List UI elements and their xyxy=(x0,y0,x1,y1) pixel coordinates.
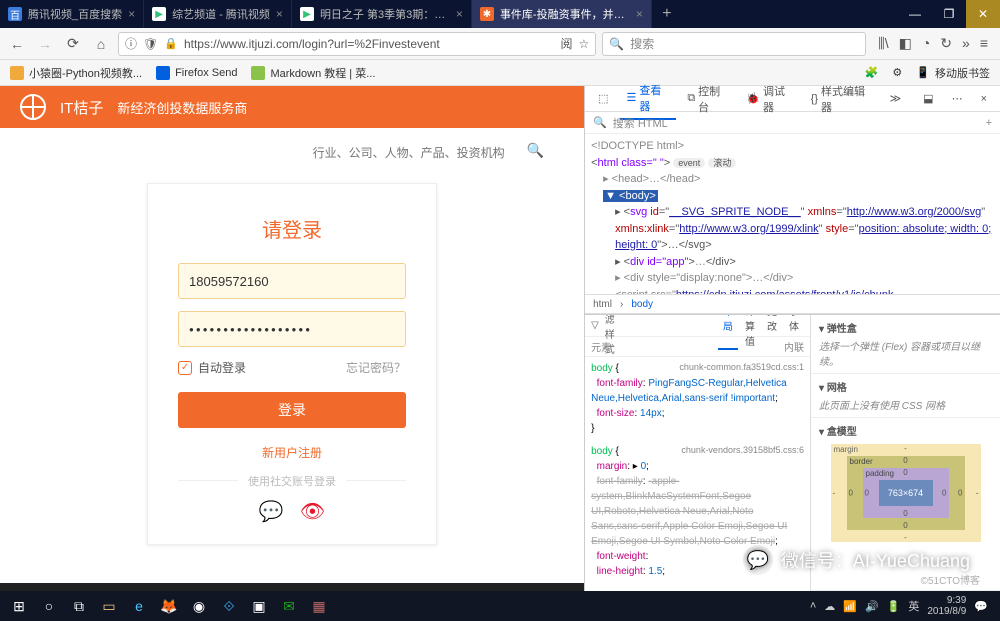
bookmark-2[interactable]: Firefox Send xyxy=(156,66,237,80)
site-search-input[interactable] xyxy=(309,142,519,165)
system-tray[interactable]: ˄ ☁ 📶 🔊 🔋 英 9:392019/8/9 💬 xyxy=(802,595,996,617)
inspector-pick-icon[interactable]: ⬚ xyxy=(591,88,615,109)
brand-name[interactable]: IT桔子 xyxy=(60,97,103,118)
inline-label: 内联 xyxy=(784,339,804,354)
cloud-icon[interactable]: ☁ xyxy=(824,600,835,613)
register-link[interactable]: 新用户注册 xyxy=(262,444,322,461)
layout-sidebar: ▾ 弹性盒选择一个弹性 (Flex) 容器或项目以继续。 ▾ 网格此页面上没有使… xyxy=(810,315,1000,591)
account-icon[interactable]: ◔ xyxy=(922,35,930,52)
logo-icon[interactable] xyxy=(20,94,46,120)
weibo-icon[interactable]: 👁 xyxy=(300,499,325,524)
mobile-bookmarks[interactable]: 📱移动版书签 xyxy=(916,65,990,81)
forward-button[interactable]: → xyxy=(34,33,56,55)
close-icon[interactable]: × xyxy=(276,7,283,21)
search-icon[interactable]: 🔍 xyxy=(527,142,544,165)
search-box[interactable]: 🔍 搜索 xyxy=(602,32,866,56)
cortana-icon[interactable]: ○ xyxy=(34,591,64,621)
devtools-close-icon[interactable]: × xyxy=(974,89,994,109)
wifi-icon[interactable]: 📶 xyxy=(843,600,857,613)
password-input[interactable] xyxy=(178,311,406,347)
search-icon: 🔍 xyxy=(609,37,624,51)
library-icon[interactable]: ⫼\ xyxy=(878,35,888,52)
devtools-menu-icon[interactable]: ⋯ xyxy=(945,88,970,109)
wechat-taskbar-icon[interactable]: ✉ xyxy=(274,591,304,621)
wechat-icon[interactable]: 💬 xyxy=(259,499,284,524)
lock-icon: 🔒 xyxy=(164,37,178,50)
tab-3[interactable]: ▶明日之子 第3季第3期：时刻准× xyxy=(292,0,472,28)
explorer-icon[interactable]: ▭ xyxy=(94,591,124,621)
dock-icon[interactable]: ⬓ xyxy=(916,88,940,109)
site-header: IT桔子 新经济创投数据服务商 xyxy=(0,86,584,128)
browser-navbar: ← → ⟳ ⌂ ⓘ 🛡 🔒 https://www.itjuzi.com/log… xyxy=(0,28,1000,60)
bookmark-3[interactable]: Markdown 教程 | 菜... xyxy=(251,65,375,81)
login-button[interactable]: 登录 xyxy=(178,392,406,428)
terminal-icon[interactable]: ▣ xyxy=(244,591,274,621)
battery-icon[interactable]: 🔋 xyxy=(887,600,901,613)
sidebar-icon[interactable]: ◧ xyxy=(899,35,912,52)
tab-1[interactable]: 百腾讯视频_百度搜索× xyxy=(0,0,144,28)
username-input[interactable] xyxy=(178,263,406,299)
bookmark-1[interactable]: 小猿圈-Python视频教... xyxy=(10,65,142,81)
login-title: 请登录 xyxy=(262,214,322,243)
back-button[interactable]: ← xyxy=(6,33,28,55)
reload-button[interactable]: ⟳ xyxy=(62,33,84,55)
more-tabs[interactable]: ≫ xyxy=(883,88,909,109)
add-icon[interactable]: + xyxy=(986,117,992,129)
devtools-panel: ⬚ ☰ 查看器 ⧉ 控制台 🐞 调试器 {} 样式编辑器 ≫ ⬓ ⋯ × 🔍 搜… xyxy=(584,86,1000,591)
element-label: 元素 xyxy=(591,339,611,354)
shield-icon[interactable]: 🛡 xyxy=(143,37,158,51)
app-icon[interactable]: ▦ xyxy=(304,591,334,621)
html-search[interactable]: 🔍 搜索 HTML+ xyxy=(585,112,1000,134)
minimize-button[interactable]: — xyxy=(898,0,932,28)
firefox-icon[interactable]: 🦊 xyxy=(154,591,184,621)
close-icon[interactable]: × xyxy=(128,7,135,21)
rules-panel: ▽过滤样式 :hov .cls + 🖶 布局 计算值 更改 字体 元素内联 xyxy=(585,315,810,591)
bookmark-star-icon[interactable]: ☆ xyxy=(579,37,590,51)
dom-tree[interactable]: <!DOCTYPE html> <html class=" "> event 滚… xyxy=(585,134,1000,294)
auto-login-checkbox[interactable]: ✓自动登录 xyxy=(178,359,246,376)
page-footer xyxy=(0,583,584,591)
page-content: IT桔子 新经济创投数据服务商 🔍 请登录 ✓自动登录 忘记密码？ 登录 新用户… xyxy=(0,86,584,591)
ime-indicator[interactable]: 英 xyxy=(908,598,919,614)
tab-2[interactable]: ▶综艺频道 - 腾讯视频× xyxy=(144,0,292,28)
css-rules[interactable]: chunk-common.fa3519cd.css:1 body { font-… xyxy=(585,357,810,591)
chrome-icon[interactable]: ◉ xyxy=(184,591,214,621)
task-view-icon[interactable]: ⧉ xyxy=(64,591,94,621)
share-icon[interactable]: » xyxy=(962,35,970,52)
info-icon[interactable]: ⓘ xyxy=(125,35,137,52)
new-tab-button[interactable]: + xyxy=(652,0,682,28)
url-bar[interactable]: ⓘ 🛡 🔒 https://www.itjuzi.com/login?url=%… xyxy=(118,32,596,56)
social-label: 使用社交账号登录 xyxy=(178,473,406,489)
clock[interactable]: 9:392019/8/9 xyxy=(927,595,966,617)
close-icon[interactable]: × xyxy=(636,7,643,21)
maximize-button[interactable]: ❐ xyxy=(932,0,966,28)
notifications-icon[interactable]: 💬 xyxy=(974,600,988,613)
forgot-password-link[interactable]: 忘记密码？ xyxy=(346,359,406,376)
windows-taskbar: ⊞ ○ ⧉ ▭ e 🦊 ◉ ⟐ ▣ ✉ ▦ ˄ ☁ 📶 🔊 🔋 英 9:3920… xyxy=(0,591,1000,621)
breadcrumb[interactable]: html › body xyxy=(585,294,1000,314)
volume-icon[interactable]: 🔊 xyxy=(865,600,879,613)
url-text: https://www.itjuzi.com/login?url=%2Finve… xyxy=(184,37,555,51)
tab-4-active[interactable]: ✱事件库-投融资事件，并购事件× xyxy=(472,0,652,28)
edge-icon[interactable]: e xyxy=(124,591,154,621)
extension-icon[interactable]: 🧩 xyxy=(865,66,879,79)
gear-icon[interactable]: ⚙ xyxy=(892,66,902,79)
sync-icon[interactable]: ↻ xyxy=(940,35,952,52)
login-form: 请登录 ✓自动登录 忘记密码？ 登录 新用户注册 使用社交账号登录 💬 👁 xyxy=(147,183,437,545)
close-icon[interactable]: × xyxy=(456,7,463,21)
start-button[interactable]: ⊞ xyxy=(4,591,34,621)
box-model[interactable]: margin---- border0000 padding0000 763×67… xyxy=(831,444,981,542)
reader-icon[interactable]: 阅 xyxy=(560,35,572,52)
browser-titlebar: 百腾讯视频_百度搜索× ▶综艺频道 - 腾讯视频× ▶明日之子 第3季第3期：时… xyxy=(0,0,1000,28)
close-window-button[interactable]: ✕ xyxy=(966,0,1000,28)
brand-slogan: 新经济创投数据服务商 xyxy=(117,98,247,117)
menu-icon[interactable]: ≡ xyxy=(980,35,988,52)
vscode-icon[interactable]: ⟐ xyxy=(214,591,244,621)
home-button[interactable]: ⌂ xyxy=(90,33,112,55)
chevron-up-icon[interactable]: ˄ xyxy=(810,600,816,612)
search-placeholder: 搜索 xyxy=(630,35,654,52)
